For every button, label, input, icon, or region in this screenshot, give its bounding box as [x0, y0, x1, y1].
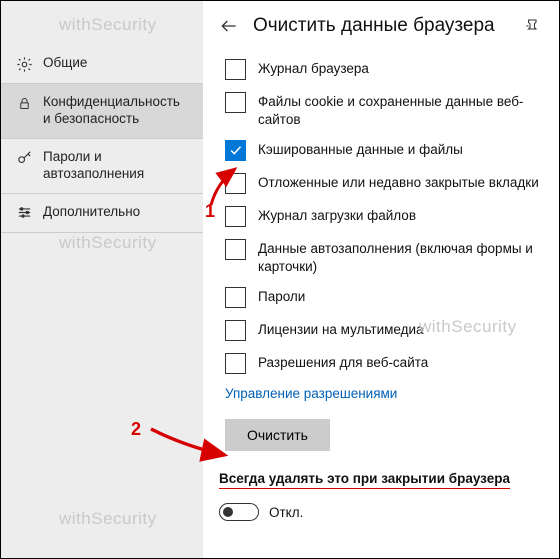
checkbox-row: Разрешения для веб-сайта — [225, 353, 543, 374]
checkbox[interactable] — [225, 92, 246, 113]
back-button[interactable] — [219, 16, 239, 36]
toggle-state-label: Откл. — [269, 505, 303, 520]
panel-title: Очистить данные браузера — [253, 15, 509, 37]
sidebar-item-passwords[interactable]: Пароли и автозаполнения — [1, 139, 203, 193]
panel-header: Очистить данные браузера — [219, 15, 543, 53]
checkbox[interactable] — [225, 173, 246, 194]
checkbox-label: Журнал браузера — [258, 59, 369, 78]
checkbox-row: Кэшированные данные и файлы — [225, 140, 543, 161]
checkbox[interactable] — [225, 353, 246, 374]
checkbox[interactable] — [225, 239, 246, 260]
checkbox-label: Разрешения для веб-сайта — [258, 353, 428, 372]
sidebar-item-label: Общие — [43, 55, 87, 72]
lock-icon — [15, 94, 33, 112]
key-icon — [15, 149, 33, 167]
checkbox-row: Лицензии на мультимедиа — [225, 320, 543, 341]
always-clear-toggle-row: Откл. — [219, 503, 543, 521]
manage-permissions-link[interactable]: Управление разрешениями — [225, 386, 543, 401]
checkbox[interactable] — [225, 59, 246, 80]
checkbox[interactable] — [225, 206, 246, 227]
checkbox-row: Журнал браузера — [225, 59, 543, 80]
checkbox-row: Пароли — [225, 287, 543, 308]
gear-icon — [15, 55, 33, 73]
checkbox-label: Журнал загрузки файлов — [258, 206, 416, 225]
clear-button[interactable]: Очистить — [225, 419, 330, 451]
settings-sidebar: Общие Конфиденциальность и безопасность … — [1, 1, 203, 558]
always-clear-toggle[interactable] — [219, 503, 259, 521]
checkbox[interactable] — [225, 287, 246, 308]
pin-button[interactable] — [523, 16, 543, 36]
checkbox-row: Файлы cookie и сохраненные данные веб-са… — [225, 92, 543, 128]
checkbox-label: Пароли — [258, 287, 305, 306]
checkbox-row: Журнал загрузки файлов — [225, 206, 543, 227]
checkbox-list: Журнал браузера Файлы cookie и сохраненны… — [219, 59, 543, 374]
sliders-icon — [15, 204, 33, 222]
sidebar-item-label: Конфиденциальность и безопасность — [43, 94, 189, 128]
checkbox[interactable] — [225, 320, 246, 341]
sidebar-item-label: Дополнительно — [43, 204, 140, 221]
checkbox-label: Отложенные или недавно закрытые вкладки — [258, 173, 539, 192]
sidebar-item-general[interactable]: Общие — [1, 45, 203, 83]
checkbox-label: Файлы cookie и сохраненные данные веб-са… — [258, 92, 543, 128]
checkbox[interactable] — [225, 140, 246, 161]
sidebar-item-advanced[interactable]: Дополнительно — [1, 194, 203, 232]
sidebar-item-label: Пароли и автозаполнения — [43, 149, 189, 183]
divider — [1, 232, 203, 233]
checkbox-row: Данные автозаполнения (включая формы и к… — [225, 239, 543, 275]
checkbox-label: Данные автозаполнения (включая формы и к… — [258, 239, 543, 275]
checkbox-label: Лицензии на мультимедиа — [258, 320, 424, 339]
always-clear-heading: Всегда удалять это при закрытии браузера — [219, 471, 510, 489]
clear-data-panel: Очистить данные браузера Журнал браузера… — [203, 1, 559, 558]
checkbox-row: Отложенные или недавно закрытые вкладки — [225, 173, 543, 194]
sidebar-item-privacy[interactable]: Конфиденциальность и безопасность — [1, 84, 203, 138]
checkbox-label: Кэшированные данные и файлы — [258, 140, 463, 159]
